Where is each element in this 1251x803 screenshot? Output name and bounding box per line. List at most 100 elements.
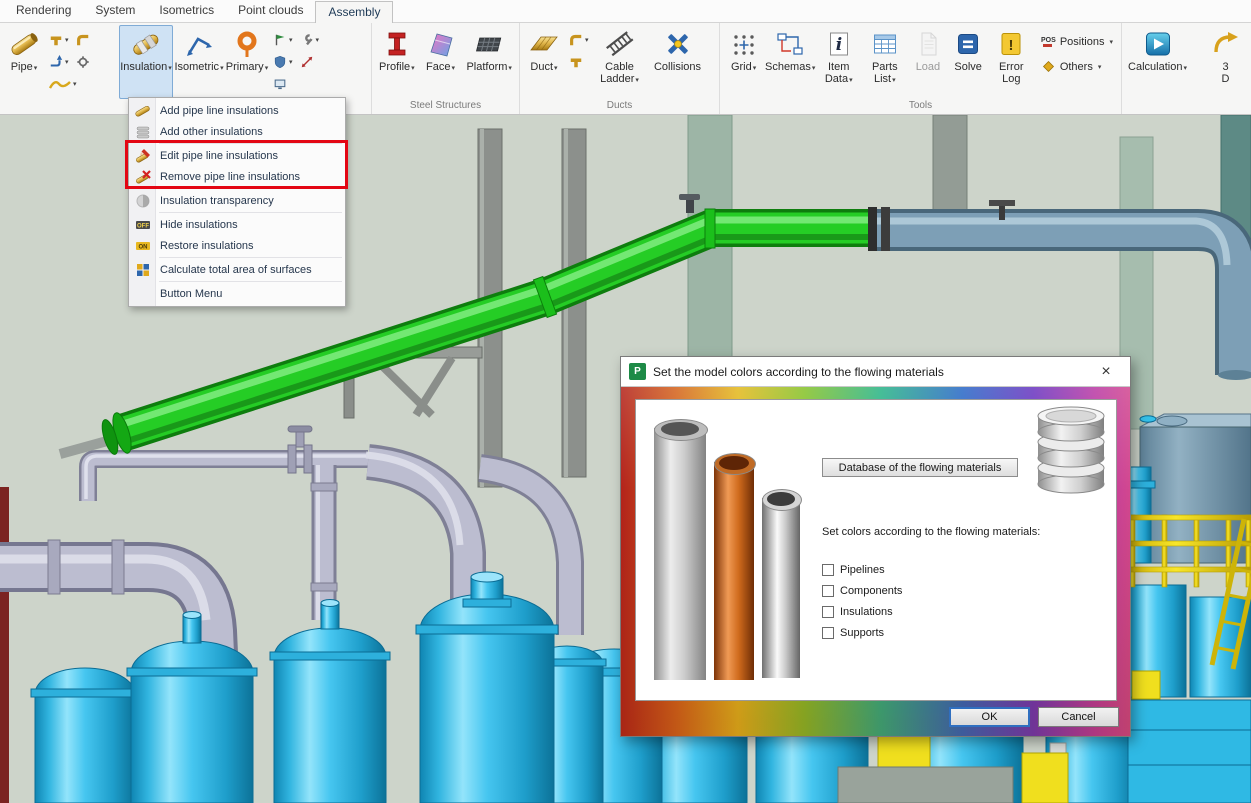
- checkbox-box[interactable]: [822, 627, 834, 639]
- schemas-button[interactable]: Schemas▾: [765, 25, 815, 99]
- grid-dots-icon: [729, 29, 759, 59]
- copper-pipe-image: [714, 462, 754, 680]
- insulation-button[interactable]: Insulation▾: [119, 25, 173, 99]
- cable-ladder-button[interactable]: Cable Ladder▾: [593, 25, 647, 99]
- insulation-dropdown-menu: Add pipe line insulations Add other insu…: [128, 97, 346, 307]
- pipe-icon: [9, 29, 39, 59]
- pipe-branch-button[interactable]: ▾: [47, 30, 71, 49]
- error-log-button[interactable]: ! Error Log: [989, 25, 1034, 99]
- svg-text:POS: POS: [1041, 37, 1056, 44]
- pipe-settings-button[interactable]: [74, 52, 92, 71]
- ribbon-group-tools: Grid▾ Schemas▾ i Item Data▾ Parts List▾ …: [720, 23, 1122, 114]
- menu-item-add-pipe-line-insulations[interactable]: Add pipe line insulations: [129, 100, 345, 121]
- face-button[interactable]: Face▾: [420, 25, 462, 99]
- platform-grid-icon: [474, 29, 504, 59]
- others-button[interactable]: Others ▾: [1037, 57, 1116, 77]
- dialog-title-bar[interactable]: P Set the model colors according to the …: [621, 357, 1130, 387]
- tab-point-clouds[interactable]: Point clouds: [226, 0, 315, 22]
- tab-rendering[interactable]: Rendering: [4, 0, 83, 22]
- tab-isometrics[interactable]: Isometrics: [147, 0, 226, 22]
- viewbox-button[interactable]: [271, 74, 289, 93]
- duct-tee-button[interactable]: [567, 52, 585, 71]
- solve-button[interactable]: Solve: [949, 25, 988, 99]
- profile-button[interactable]: Profile▾: [375, 25, 419, 99]
- silver-pipe-image: [762, 498, 800, 678]
- others-icon: [1040, 58, 1056, 77]
- tab-system[interactable]: System: [83, 0, 147, 22]
- group-label-tools: Tools: [720, 99, 1121, 114]
- face-surface-icon: [426, 29, 456, 59]
- dimension-button[interactable]: [298, 52, 316, 71]
- ok-button[interactable]: OK: [949, 707, 1030, 727]
- piping-mini-column-1: ▾ ▾ ▾: [46, 25, 118, 99]
- item-data-button[interactable]: i Item Data▾: [816, 25, 861, 99]
- off-icon: OFF: [134, 217, 151, 233]
- flag-button[interactable]: ▾: [271, 30, 295, 49]
- parts-list-button[interactable]: Parts List▾: [862, 25, 907, 99]
- checkbox-supports[interactable]: Supports: [822, 627, 902, 639]
- isometric-button[interactable]: Isometric▾: [174, 25, 224, 99]
- transparency-icon: [134, 193, 151, 209]
- ribbon-group-steel: Profile▾ Face▾ Platform▾ Steel Structure…: [372, 23, 520, 114]
- calculation-icon: [1143, 29, 1173, 59]
- cancel-button[interactable]: Cancel: [1038, 707, 1119, 727]
- piping-mini-column-2: ▾ ▾ ▾: [270, 25, 322, 99]
- chevron-down-icon: ▾: [635, 77, 639, 84]
- chevron-down-icon: ▾: [168, 65, 172, 72]
- load-document-icon: [913, 29, 943, 59]
- duct-button[interactable]: Duct▾: [523, 25, 565, 99]
- chevron-down-icon: ▾: [1098, 63, 1102, 71]
- menu-separator: [159, 143, 342, 144]
- chevron-down-icon: ▾: [508, 65, 512, 72]
- menu-item-remove-pipe-line-insulations[interactable]: Remove pipe line insulations: [129, 166, 345, 187]
- menu-item-restore-insulations[interactable]: ON Restore insulations: [129, 235, 345, 256]
- pipe-elbow-button[interactable]: [74, 30, 92, 49]
- checkbox-box[interactable]: [822, 564, 834, 576]
- three-d-button[interactable]: 3 D: [1204, 25, 1248, 99]
- grid-button[interactable]: Grid▾: [723, 25, 764, 99]
- edit-pipe-insulation-icon: [134, 148, 151, 164]
- duct-elbow-button[interactable]: ▾: [567, 30, 591, 49]
- menu-item-edit-pipe-line-insulations[interactable]: Edit pipe line insulations: [129, 145, 345, 166]
- menu-item-button-menu[interactable]: Button Menu: [129, 283, 345, 304]
- load-button[interactable]: Load: [908, 25, 947, 99]
- ducts-mini-column: ▾: [566, 25, 592, 99]
- flowing-materials-dialog: P Set the model colors according to the …: [620, 356, 1131, 737]
- chevron-down-icon: ▾: [65, 58, 69, 66]
- checkbox-insulations[interactable]: Insulations: [822, 606, 902, 618]
- pipe-direction-button[interactable]: ▾: [47, 52, 71, 71]
- duct-icon: [529, 29, 559, 59]
- pipe-spline-button[interactable]: ▾: [47, 74, 117, 93]
- menu-item-hide-insulations[interactable]: OFF Hide insulations: [129, 214, 345, 235]
- positions-icon: POS: [1040, 33, 1056, 52]
- platform-button[interactable]: Platform▾: [462, 25, 516, 99]
- group-label-ducts: Ducts: [520, 99, 719, 114]
- wrench-button[interactable]: ▾: [298, 30, 322, 49]
- chevron-down-icon: ▾: [73, 80, 77, 88]
- checkbox-box[interactable]: [822, 585, 834, 597]
- tab-assembly[interactable]: Assembly: [315, 1, 393, 23]
- close-icon[interactable]: ×: [1090, 360, 1122, 384]
- dialog-title: Set the model colors according to the fl…: [653, 365, 1083, 379]
- calculation-button[interactable]: Calculation▾: [1126, 25, 1190, 99]
- instruction-text: Set colors according to the flowing mate…: [822, 526, 1040, 538]
- chevron-down-icon: ▾: [849, 77, 853, 84]
- checkbox-components[interactable]: Components: [822, 585, 902, 597]
- collisions-button[interactable]: Collisions: [648, 25, 708, 99]
- database-button[interactable]: Database of the flowing materials: [822, 458, 1018, 477]
- cable-ladder-icon: [605, 29, 635, 59]
- shield-button[interactable]: ▾: [271, 52, 295, 71]
- menu-item-insulation-transparency[interactable]: Insulation transparency: [129, 190, 345, 211]
- dialog-inner-panel: Database of the flowing materials: [635, 399, 1117, 701]
- primary-button[interactable]: Primary▾: [225, 25, 269, 99]
- menu-item-add-other-insulations[interactable]: Add other insulations: [129, 121, 345, 142]
- svg-text:ON: ON: [138, 244, 147, 250]
- checkbox-pipelines[interactable]: Pipelines: [822, 564, 902, 576]
- menu-item-calculate-total-area[interactable]: Calculate total area of surfaces: [129, 259, 345, 280]
- positions-button[interactable]: POS Positions ▾: [1037, 32, 1116, 52]
- svg-text:!: !: [1009, 37, 1014, 54]
- pipe-button[interactable]: Pipe▾: [3, 25, 45, 99]
- pipes-illustration: [642, 406, 808, 694]
- checkbox-box[interactable]: [822, 606, 834, 618]
- menu-separator: [159, 188, 342, 189]
